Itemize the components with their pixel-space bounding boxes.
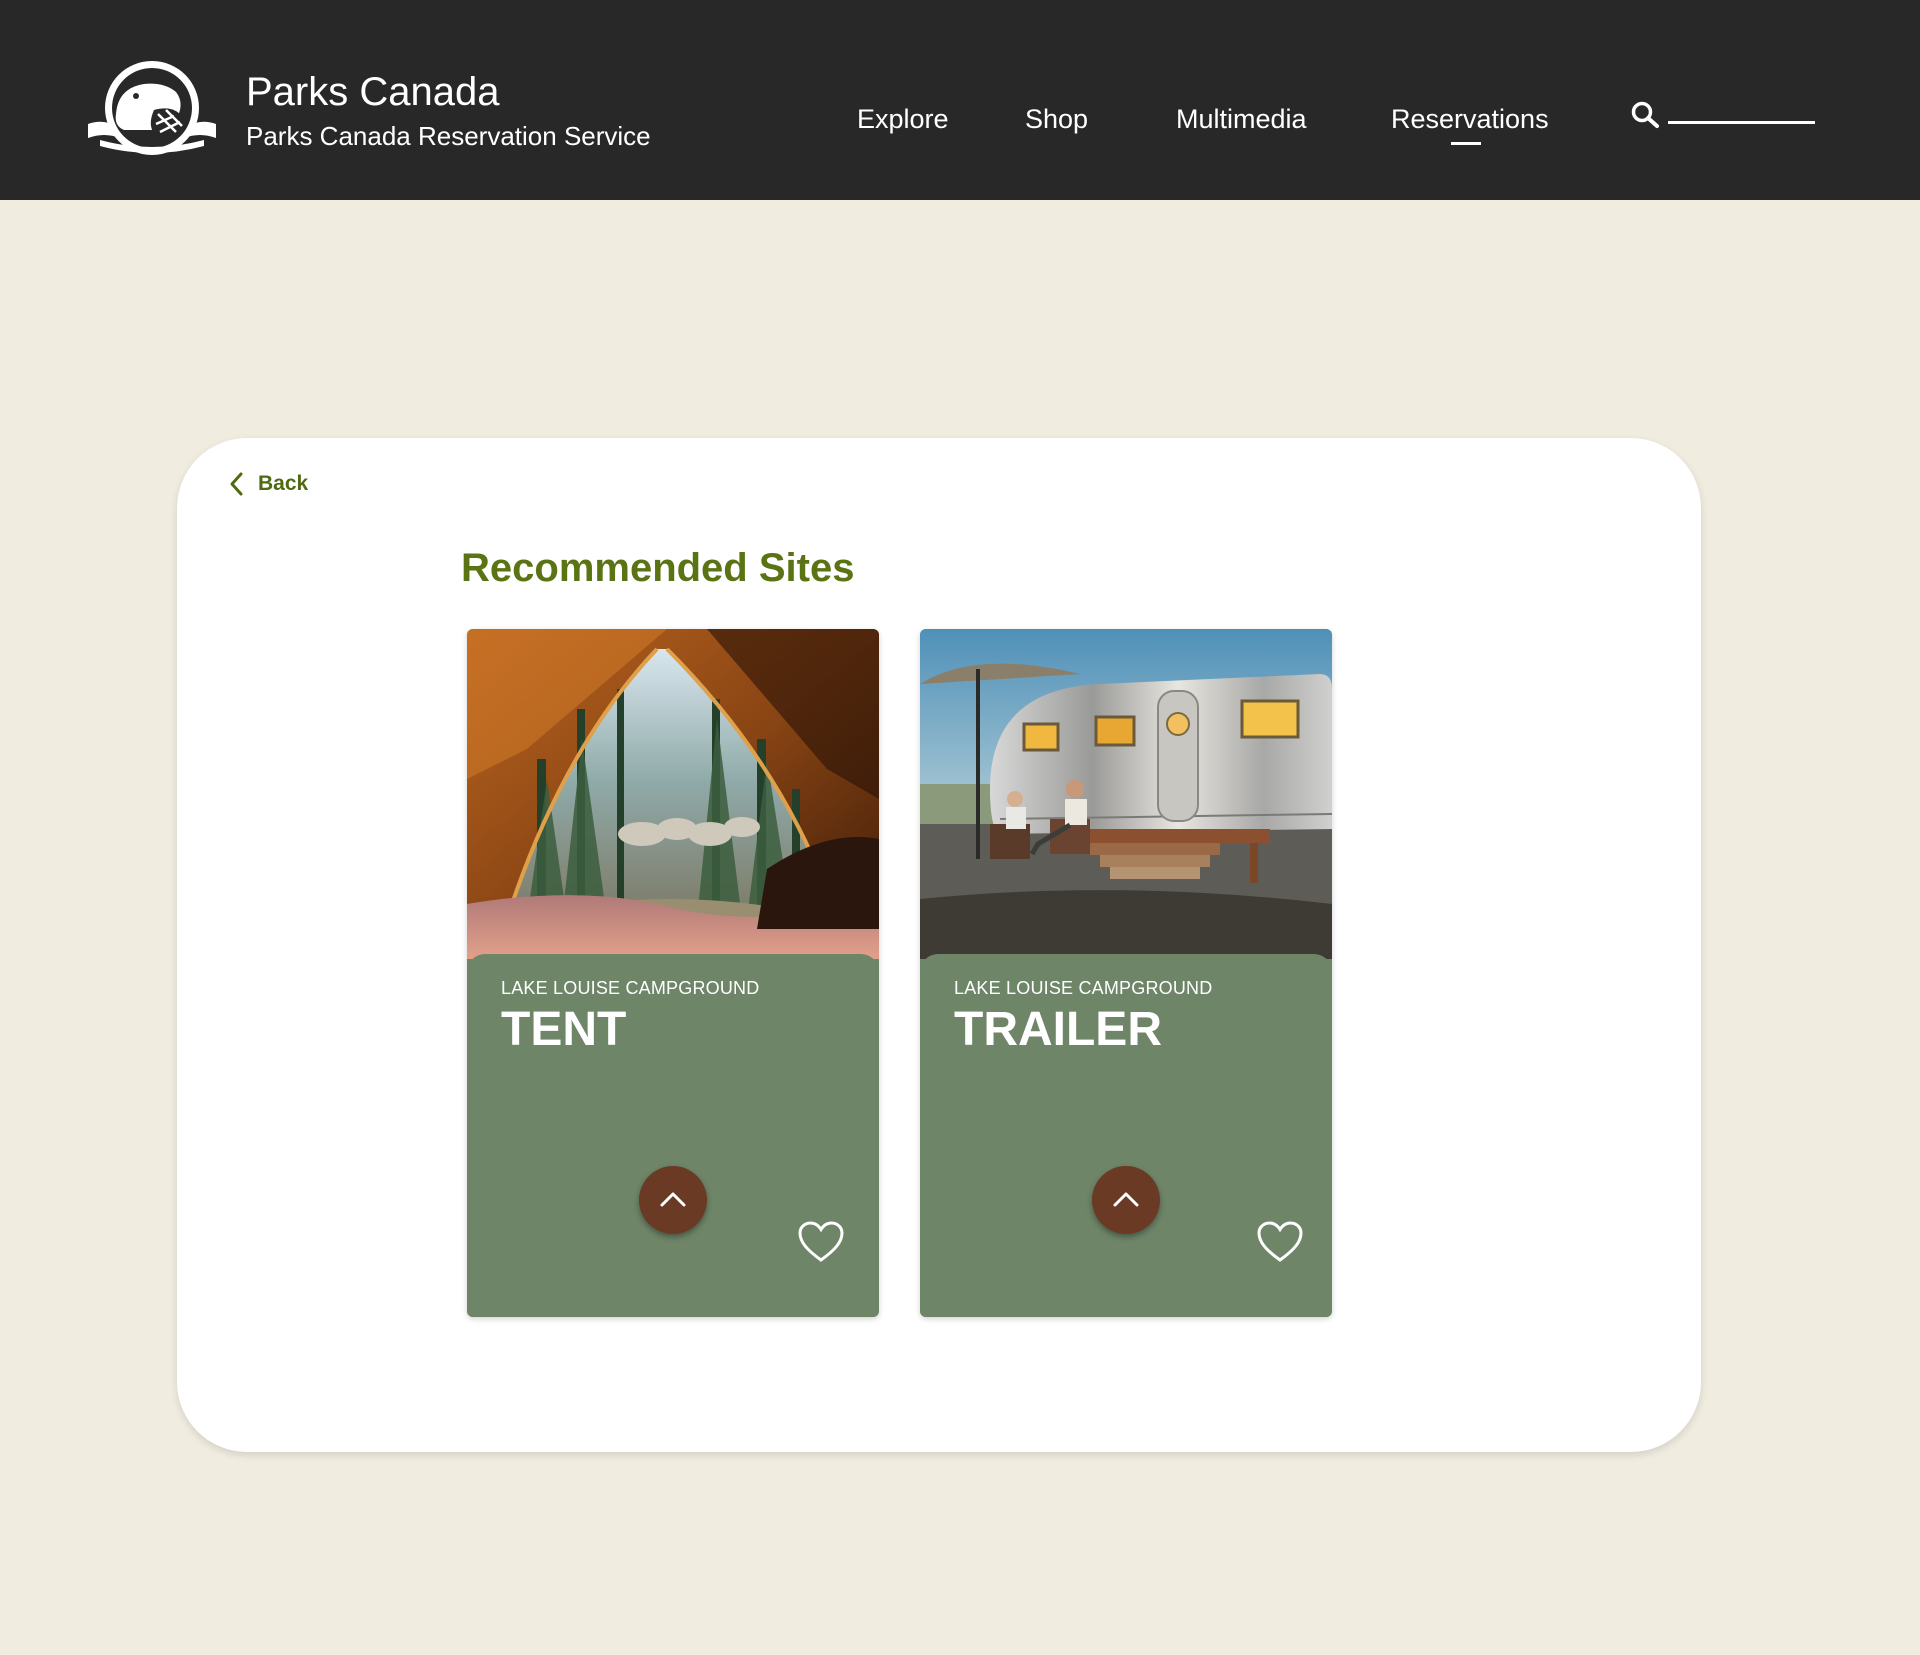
campground-name: LAKE LOUISE CAMPGROUND (954, 978, 1213, 998)
chevron-up-icon (660, 1192, 686, 1207)
tent-forest-view-photo (467, 629, 879, 959)
back-button[interactable]: Back (228, 468, 308, 500)
campground-name: LAKE LOUISE CAMPGROUND (501, 978, 760, 998)
card-body: LAKE LOUISE CAMPGROUND TENT (467, 954, 879, 1317)
beaver-logo-icon[interactable] (84, 58, 220, 162)
nav-multimedia[interactable]: Multimedia (1176, 104, 1307, 135)
brand-title[interactable]: Parks Canada (246, 70, 499, 115)
nav-explore[interactable]: Explore (857, 104, 949, 135)
chevron-up-icon (1113, 1192, 1139, 1207)
nav-reservations[interactable]: Reservations (1391, 104, 1549, 135)
heart-outline-icon[interactable] (1256, 1220, 1304, 1264)
expand-button[interactable] (639, 1166, 707, 1234)
site-type-title: TENT (501, 1003, 627, 1056)
site-header: Parks Canada Parks Canada Reservation Se… (0, 0, 1920, 200)
site-card-tent[interactable]: LAKE LOUISE CAMPGROUND TENT (467, 629, 879, 1317)
brand-subtitle: Parks Canada Reservation Service (246, 121, 651, 151)
nav-shop[interactable]: Shop (1025, 104, 1088, 135)
search-icon[interactable] (1630, 100, 1660, 130)
card-body: LAKE LOUISE CAMPGROUND TRAILER (920, 954, 1332, 1317)
expand-button[interactable] (1092, 1166, 1160, 1234)
site-card-trailer[interactable]: LAKE LOUISE CAMPGROUND TRAILER (920, 629, 1332, 1317)
airstream-trailer-photo (920, 629, 1332, 959)
site-type-title: TRAILER (954, 1003, 1162, 1056)
search-input[interactable] (1668, 121, 1815, 124)
back-label: Back (258, 472, 309, 495)
heart-outline-icon[interactable] (797, 1220, 845, 1264)
chevron-left-icon (230, 472, 243, 496)
section-title: Recommended Sites (461, 546, 855, 590)
active-nav-indicator (1451, 142, 1481, 145)
